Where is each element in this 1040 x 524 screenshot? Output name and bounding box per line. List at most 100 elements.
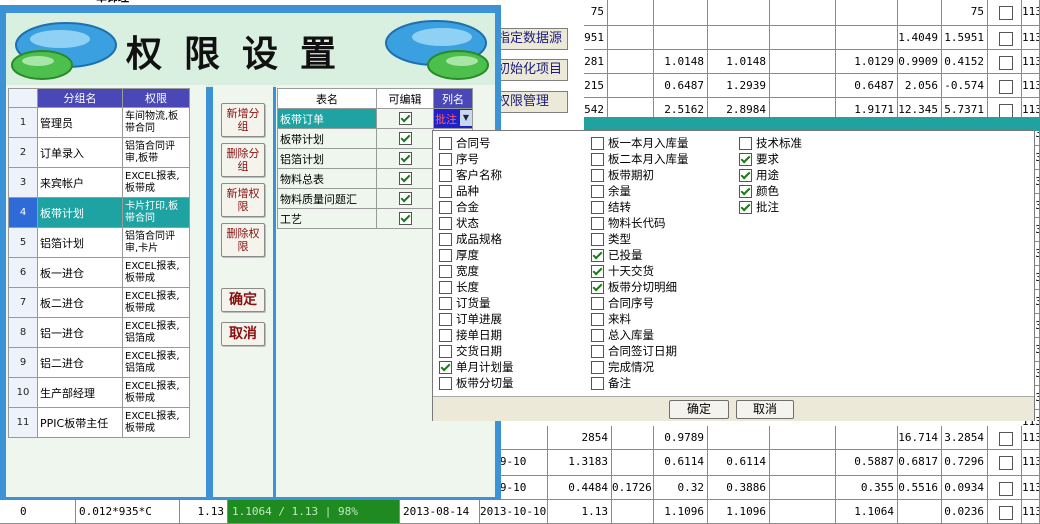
- column-option[interactable]: 板二本月入库量: [591, 151, 689, 167]
- column-cell[interactable]: 批注 ▼: [433, 108, 473, 129]
- group-name-cell[interactable]: 订单录入: [37, 137, 123, 168]
- option-checkbox[interactable]: [439, 329, 452, 342]
- column-option[interactable]: 总入库量: [591, 327, 654, 343]
- column-option[interactable]: 成品规格: [439, 231, 502, 247]
- option-checkbox[interactable]: [739, 185, 752, 198]
- column-option[interactable]: 订单进展: [439, 311, 502, 327]
- option-checkbox[interactable]: [591, 313, 604, 326]
- table-name-cell[interactable]: 板带订单: [277, 108, 377, 129]
- option-checkbox[interactable]: [439, 297, 452, 310]
- table-name-cell[interactable]: 板带计划: [277, 128, 377, 149]
- editable-checkbox[interactable]: [398, 212, 412, 226]
- column-option[interactable]: 长度: [439, 279, 479, 295]
- column-option[interactable]: 要求: [739, 151, 779, 167]
- table-name-cell[interactable]: 工艺: [277, 208, 377, 229]
- option-checkbox[interactable]: [591, 169, 604, 182]
- group-row[interactable]: 3 来宾帐户 EXCEL报表,板带成: [8, 167, 190, 198]
- option-checkbox[interactable]: [439, 137, 452, 150]
- option-checkbox[interactable]: [591, 361, 604, 374]
- editable-cell[interactable]: [376, 208, 434, 229]
- option-checkbox[interactable]: [591, 249, 604, 262]
- column-option[interactable]: 合同签订日期: [591, 343, 677, 359]
- column-option[interactable]: 品种: [439, 183, 479, 199]
- group-row[interactable]: 7 板二进仓 EXCEL报表,板带成: [8, 287, 190, 318]
- option-checkbox[interactable]: [739, 201, 752, 214]
- perm-row[interactable]: 板带订单 批注 ▼: [277, 108, 473, 129]
- option-checkbox[interactable]: [439, 249, 452, 262]
- option-checkbox[interactable]: [739, 137, 752, 150]
- column-option[interactable]: 完成情况: [591, 359, 654, 375]
- option-checkbox[interactable]: [439, 169, 452, 182]
- column-option[interactable]: 结转: [591, 199, 631, 215]
- group-perm-cell[interactable]: 铝箔合同评审,板带: [122, 137, 190, 168]
- bg-checkbox[interactable]: [999, 104, 1013, 118]
- option-checkbox[interactable]: [591, 201, 604, 214]
- editable-checkbox[interactable]: [398, 152, 412, 166]
- group-row[interactable]: 8 铝一进仓 EXCEL报表,铝箔成: [8, 317, 190, 348]
- column-option[interactable]: 来料: [591, 311, 631, 327]
- column-option[interactable]: 单月计划量: [439, 359, 514, 375]
- option-checkbox[interactable]: [439, 217, 452, 230]
- option-checkbox[interactable]: [439, 185, 452, 198]
- group-row[interactable]: 5 铝箔计划 铝箔合同评审,卡片: [8, 227, 190, 258]
- option-checkbox[interactable]: [591, 233, 604, 246]
- bg-checkbox[interactable]: [999, 6, 1013, 20]
- bg-checkbox[interactable]: [999, 506, 1013, 520]
- group-perm-cell[interactable]: EXCEL报表,板带成: [122, 257, 190, 288]
- column-option[interactable]: 备注: [591, 375, 631, 391]
- column-option[interactable]: 状态: [439, 215, 479, 231]
- column-option[interactable]: 已投量: [591, 247, 643, 263]
- bg-checkbox[interactable]: [999, 56, 1013, 70]
- editable-checkbox[interactable]: [398, 132, 412, 146]
- editable-cell[interactable]: [376, 128, 434, 149]
- column-option[interactable]: 宽度: [439, 263, 479, 279]
- column-option[interactable]: 板带分切量: [439, 375, 514, 391]
- table-name-cell[interactable]: 物料质量问题汇: [277, 188, 377, 209]
- option-checkbox[interactable]: [591, 265, 604, 278]
- column-option[interactable]: 序号: [439, 151, 479, 167]
- column-option[interactable]: 十天交货: [591, 263, 654, 279]
- column-option[interactable]: 技术标准: [739, 135, 802, 151]
- option-checkbox[interactable]: [439, 345, 452, 358]
- column-option[interactable]: 厚度: [439, 247, 479, 263]
- column-option[interactable]: 颜色: [739, 183, 779, 199]
- group-name-cell[interactable]: 铝二进仓: [37, 347, 123, 378]
- group-name-cell[interactable]: PPIC板带主任: [37, 407, 123, 438]
- group-row[interactable]: 11 PPIC板带主任 EXCEL报表,板带成: [8, 407, 190, 438]
- chevron-down-icon[interactable]: ▼: [460, 110, 472, 126]
- add-group-button[interactable]: 新增分组: [221, 103, 265, 137]
- group-name-cell[interactable]: 管理员: [37, 107, 123, 138]
- bg-checkbox[interactable]: [999, 432, 1013, 446]
- popup-ok-button[interactable]: 确定: [669, 400, 729, 419]
- option-checkbox[interactable]: [591, 297, 604, 310]
- option-checkbox[interactable]: [439, 233, 452, 246]
- group-perm-cell[interactable]: EXCEL报表,板带成: [122, 167, 190, 198]
- column-option[interactable]: 板一本月入库量: [591, 135, 689, 151]
- bg-checkbox[interactable]: [999, 482, 1013, 496]
- group-perm-cell[interactable]: EXCEL报表,铝箔成: [122, 347, 190, 378]
- option-checkbox[interactable]: [439, 377, 452, 390]
- group-name-cell[interactable]: 生产部经理: [37, 377, 123, 408]
- specify-data-source-button[interactable]: 指定数据源: [492, 28, 568, 50]
- group-perm-cell[interactable]: 铝箔合同评审,卡片: [122, 227, 190, 258]
- group-row[interactable]: 2 订单录入 铝箔合同评审,板带: [8, 137, 190, 168]
- column-option[interactable]: 合同号: [439, 135, 491, 151]
- column-option[interactable]: 客户名称: [439, 167, 502, 183]
- perm-manage-button[interactable]: 权限管理: [492, 91, 568, 113]
- column-option[interactable]: 余量: [591, 183, 631, 199]
- option-checkbox[interactable]: [439, 313, 452, 326]
- group-row[interactable]: 6 板一进仓 EXCEL报表,板带成: [8, 257, 190, 288]
- option-checkbox[interactable]: [739, 169, 752, 182]
- table-name-cell[interactable]: 物料总表: [277, 168, 377, 189]
- option-checkbox[interactable]: [591, 377, 604, 390]
- delete-group-button[interactable]: 删除分组: [221, 143, 265, 177]
- group-perm-cell[interactable]: EXCEL报表,板带成: [122, 407, 190, 438]
- group-name-cell[interactable]: 板一进仓: [37, 257, 123, 288]
- group-perm-cell[interactable]: EXCEL报表,板带成: [122, 287, 190, 318]
- group-row[interactable]: 1 管理员 车间物流,板带合同: [8, 107, 190, 138]
- group-perm-cell[interactable]: 车间物流,板带合同: [122, 107, 190, 138]
- editable-checkbox[interactable]: [398, 192, 412, 206]
- option-checkbox[interactable]: [439, 153, 452, 166]
- option-checkbox[interactable]: [591, 329, 604, 342]
- column-option[interactable]: 交货日期: [439, 343, 502, 359]
